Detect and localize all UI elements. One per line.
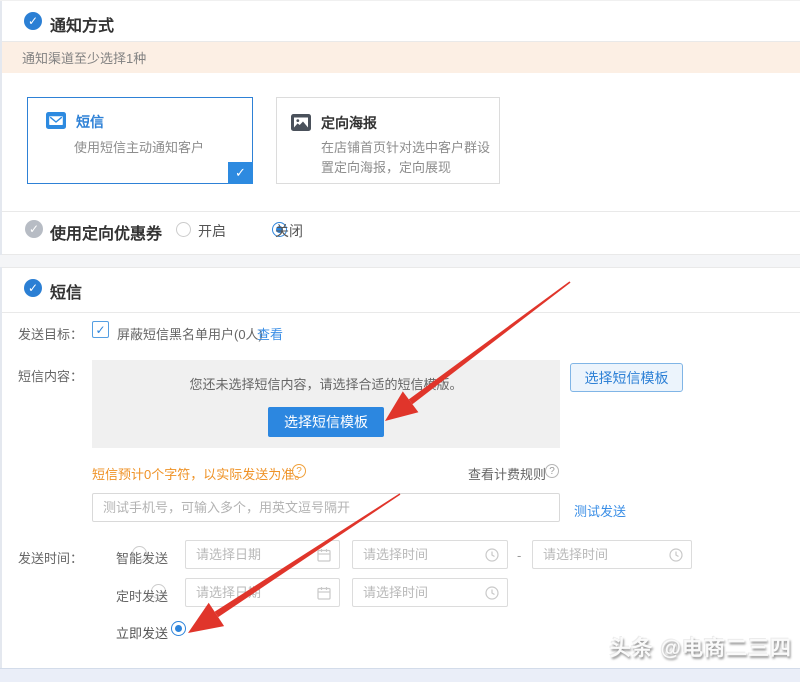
send-time-label: 发送时间： bbox=[18, 548, 83, 567]
immediate-send-radio[interactable] bbox=[171, 621, 186, 636]
coupon-off-label[interactable]: 关闭 bbox=[275, 221, 303, 241]
sms-section-check-icon: ✓ bbox=[24, 279, 42, 297]
notification-settings-page: ✓ 通知方式 通知渠道至少选择1种 短信 使用短信主动通知客户 ✓ 定向海报 在… bbox=[0, 0, 800, 682]
smart-time-start-picker[interactable] bbox=[352, 540, 508, 569]
test-send-link[interactable]: 测试发送 bbox=[574, 501, 626, 520]
notice-banner-text: 通知渠道至少选择1种 bbox=[22, 48, 146, 67]
smart-date-input[interactable] bbox=[186, 541, 339, 568]
envelope-icon bbox=[46, 112, 66, 129]
divider bbox=[2, 211, 800, 212]
poster-image-icon bbox=[291, 114, 311, 131]
notify-method-title: 通知方式 bbox=[50, 12, 114, 36]
notify-method-check-icon: ✓ bbox=[24, 12, 42, 30]
watermark: 头条 @电商二三四 bbox=[610, 632, 792, 662]
divider bbox=[2, 267, 800, 268]
coupon-on-label[interactable]: 开启 bbox=[198, 221, 226, 241]
poster-card-title: 定向海报 bbox=[321, 113, 377, 133]
smart-send-label[interactable]: 智能发送 bbox=[116, 548, 168, 567]
send-target-label: 发送目标： bbox=[18, 324, 83, 343]
page-bottom-strip bbox=[0, 669, 800, 682]
time-range-separator: - bbox=[517, 548, 521, 563]
choose-template-side-button[interactable]: 选择短信模板 bbox=[570, 363, 683, 392]
section-gap bbox=[0, 255, 800, 267]
smart-time-end-input[interactable] bbox=[533, 541, 691, 568]
char-count-note: 短信预计0个字符，以实际发送为准。 bbox=[92, 464, 307, 483]
sms-section-title: 短信 bbox=[50, 279, 82, 303]
view-blacklist-link[interactable]: 查看 bbox=[257, 324, 283, 343]
checkbox-check-icon: ✓ bbox=[95, 323, 105, 337]
blacklist-checkbox[interactable]: ✓ bbox=[92, 321, 109, 338]
billing-help-icon[interactable]: ? bbox=[545, 464, 559, 478]
coupon-title: 使用定向优惠券 bbox=[50, 220, 162, 244]
scheduled-date-input[interactable] bbox=[186, 579, 339, 606]
blacklist-label[interactable]: 屏蔽短信黑名单用户(0人) bbox=[117, 324, 263, 343]
sms-content-empty-box: 您还未选择短信内容，请选择合适的短信模版。 选择短信模板 bbox=[92, 360, 560, 448]
sms-content-label: 短信内容： bbox=[18, 366, 83, 385]
poster-card-desc: 在店铺首页针对选中客户群设置定向海报，定向展现 bbox=[321, 138, 493, 178]
sms-card-desc: 使用短信主动通知客户 bbox=[74, 138, 204, 158]
sms-card-title: 短信 bbox=[76, 112, 104, 132]
notice-banner: 通知渠道至少选择1种 bbox=[2, 42, 800, 73]
immediate-send-label[interactable]: 立即发送 bbox=[116, 623, 168, 642]
scheduled-send-label[interactable]: 定时发送 bbox=[116, 586, 168, 605]
divider bbox=[2, 312, 800, 313]
channel-card-sms[interactable]: 短信 使用短信主动通知客户 ✓ bbox=[27, 97, 253, 184]
coupon-on-radio[interactable] bbox=[176, 222, 191, 237]
channel-card-poster[interactable]: 定向海报 在店铺首页针对选中客户群设置定向海报，定向展现 bbox=[276, 97, 500, 184]
selected-check-badge: ✓ bbox=[228, 162, 253, 184]
smart-date-picker[interactable] bbox=[185, 540, 340, 569]
test-phone-input[interactable] bbox=[92, 493, 560, 522]
page-left-border bbox=[0, 1, 2, 669]
scheduled-time-input[interactable] bbox=[353, 579, 507, 606]
billing-rule-link[interactable]: 查看计费规则 bbox=[468, 464, 546, 483]
scheduled-date-picker[interactable] bbox=[185, 578, 340, 607]
sms-content-empty-hint: 您还未选择短信内容，请选择合适的短信模版。 bbox=[189, 374, 462, 393]
coupon-check-icon: ✓ bbox=[25, 220, 43, 238]
scheduled-time-picker[interactable] bbox=[352, 578, 508, 607]
choose-template-button[interactable]: 选择短信模板 bbox=[268, 407, 384, 437]
smart-time-start-input[interactable] bbox=[353, 541, 507, 568]
smart-time-end-picker[interactable] bbox=[532, 540, 692, 569]
char-count-help-icon[interactable]: ? bbox=[292, 464, 306, 478]
